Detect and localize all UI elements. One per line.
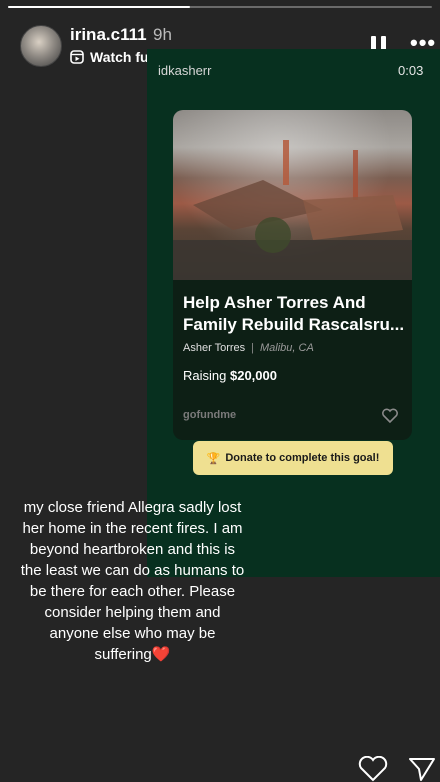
fundraiser-goal: Raising $20,000	[183, 368, 277, 383]
heart-icon[interactable]	[381, 407, 399, 425]
story-progress-fill	[8, 6, 191, 8]
fundraiser-card[interactable]: Help Asher Torres And Family Rebuild Ras…	[173, 110, 412, 440]
donate-button[interactable]: 🏆 Donate to complete this goal!	[193, 441, 393, 475]
separator: |	[251, 342, 255, 354]
raising-amount: $20,000	[229, 368, 277, 383]
fundraiser-title: Help Asher Torres And Family Rebuild Ras…	[183, 293, 405, 334]
gofundme-logo: gofundme	[183, 409, 237, 421]
raising-label: Raising	[183, 368, 227, 383]
fundraiser-image	[173, 110, 412, 280]
fundraiser-location: Malibu, CA	[260, 342, 314, 354]
reel-icon	[70, 50, 84, 64]
story-progress-bar	[8, 6, 432, 8]
reel-timestamp: 0:03	[398, 63, 424, 78]
avatar[interactable]	[20, 25, 62, 67]
donate-label: Donate to complete this goal!	[225, 452, 380, 464]
send-icon[interactable]	[407, 756, 437, 782]
reel-username: idkasherr	[158, 63, 212, 78]
rubble-illustration	[173, 140, 412, 280]
heart-icon[interactable]	[358, 756, 388, 782]
username[interactable]: irina.c111	[70, 25, 147, 45]
story-caption: my close friend Allegra sadly lost her h…	[20, 497, 245, 665]
organizer-name: Asher Torres	[183, 342, 246, 354]
fundraiser-organizer-row: Asher Torres | Malibu, CA	[183, 342, 314, 354]
post-time: 9h	[153, 25, 172, 44]
caption-heart-emoji: ❤️	[151, 646, 171, 663]
trophy-icon: 🏆	[206, 452, 221, 465]
caption-text: my close friend Allegra sadly lost her h…	[20, 499, 245, 663]
